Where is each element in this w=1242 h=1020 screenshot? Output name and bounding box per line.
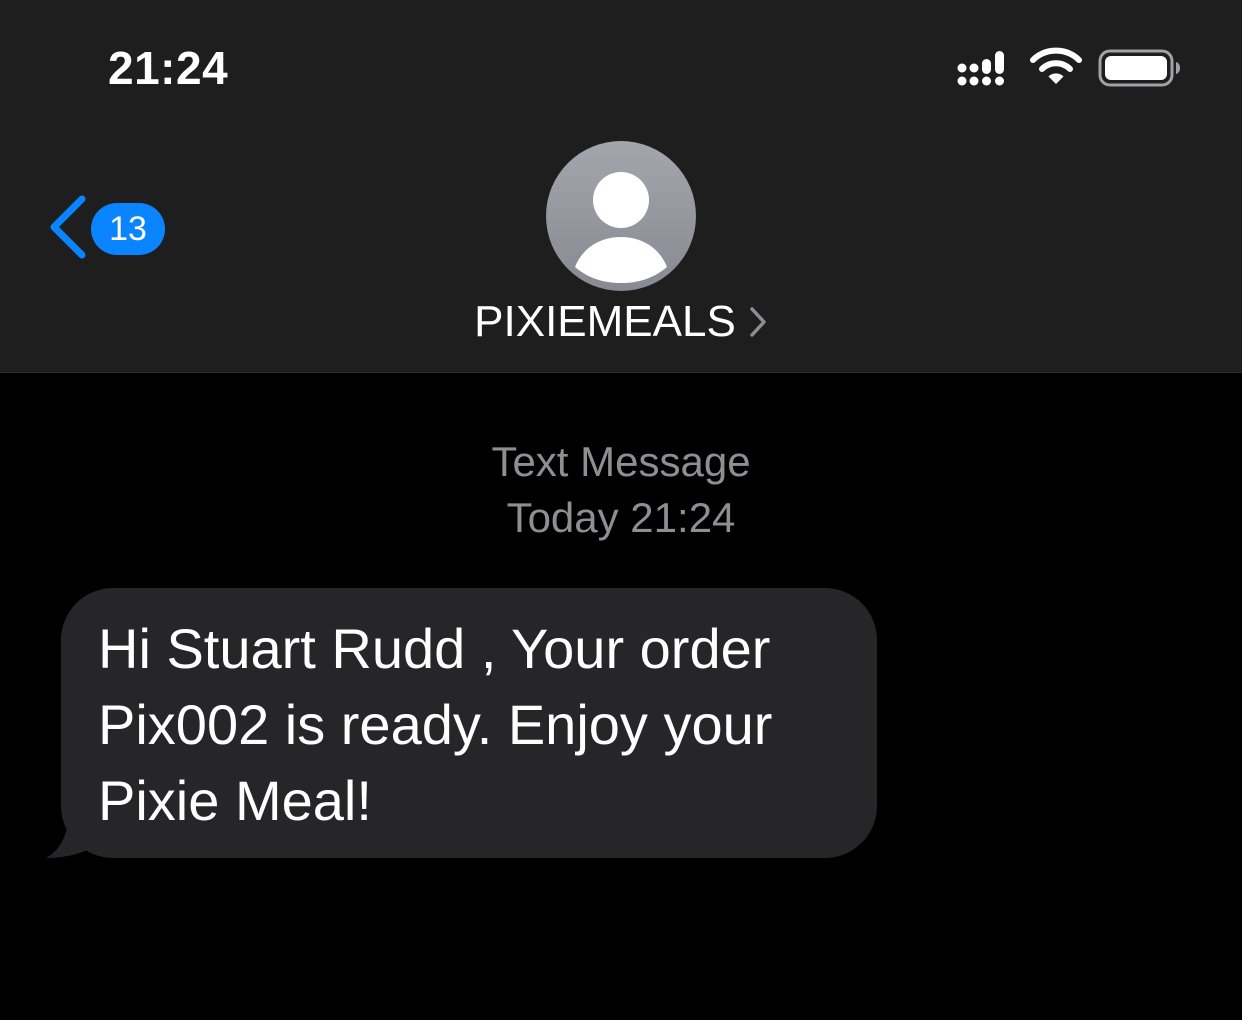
wifi-icon [1030, 47, 1082, 84]
contact-name: PIXIEMEALS [474, 297, 736, 346]
message-meta: Text Message Today 21:24 [0, 434, 1242, 546]
conversation-header: 21:24 13 PIXIEMEALS [0, 0, 1242, 373]
service-label: Text Message [491, 438, 751, 485]
messages-screen: 21:24 13 PIXIEMEALS Text Message Today 2… [0, 0, 1242, 1020]
back-button[interactable]: 13 [44, 192, 174, 264]
battery-icon [1098, 49, 1180, 87]
unread-count-badge: 13 [91, 203, 165, 255]
status-bar-time: 21:24 [108, 42, 229, 94]
chevron-right-icon [750, 307, 766, 337]
chevron-left-icon [50, 195, 86, 259]
incoming-message[interactable]: Hi Stuart Rudd , Your order Pix002 is re… [44, 588, 884, 860]
cellular-signal-icon [957, 51, 1004, 86]
contact-name-button[interactable]: PIXIEMEALS [0, 294, 1242, 350]
message-bubble: Hi Stuart Rudd , Your order Pix002 is re… [61, 588, 877, 858]
message-timestamp: Today 21:24 [506, 494, 736, 541]
person-silhouette-icon [575, 172, 667, 283]
contact-avatar[interactable] [546, 141, 696, 291]
